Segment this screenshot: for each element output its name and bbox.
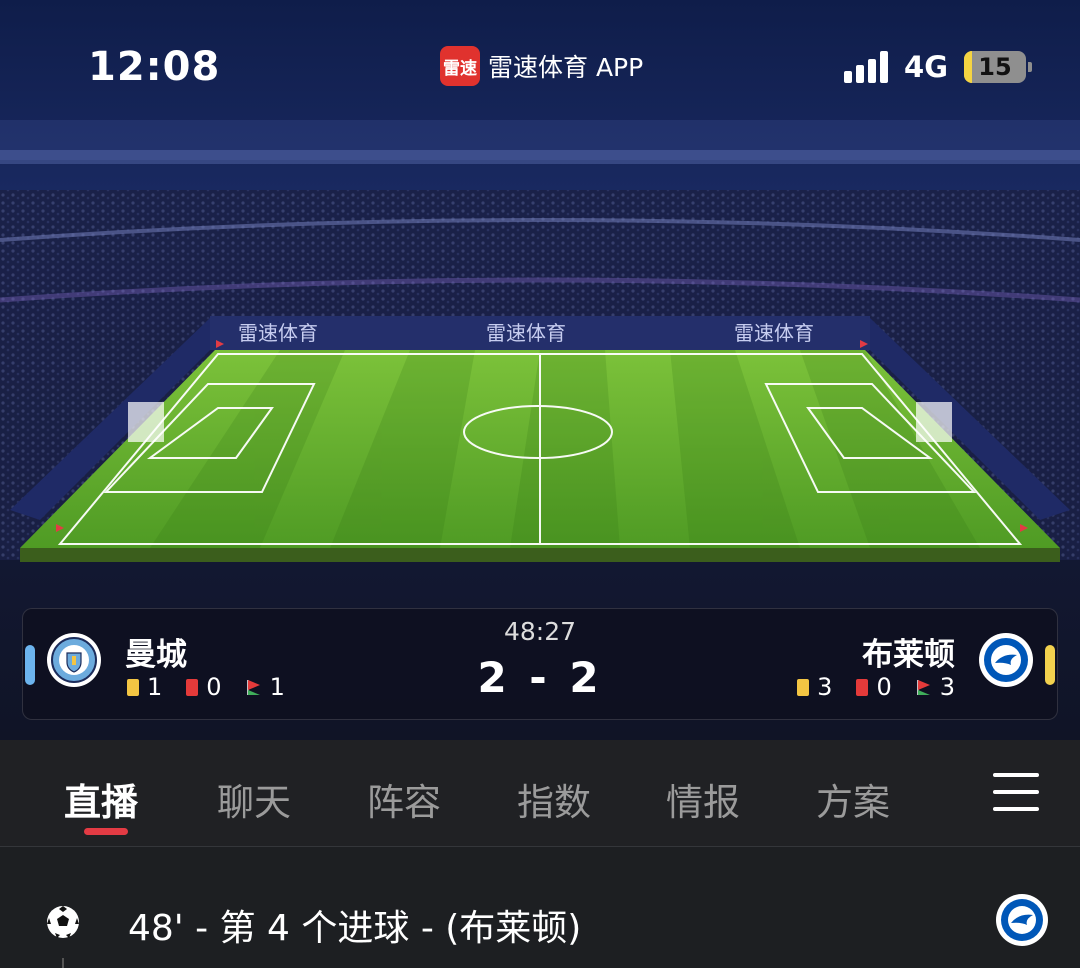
list-item[interactable]: 48' - 第 4 个进球 - (布莱顿) — [0, 875, 1080, 955]
yellow-card-icon — [797, 678, 810, 696]
signal-icon — [844, 51, 889, 83]
network-type: 4G — [904, 50, 948, 84]
board-brand-3: 雷速体育 — [734, 321, 814, 345]
tab-odds[interactable]: 指数 — [517, 772, 591, 826]
away-team-stats: 3 0 3 — [797, 673, 955, 701]
away-yellow-count: 3 — [817, 673, 833, 701]
app-name: 雷速体育 APP — [488, 53, 644, 82]
battery-icon: 15 — [964, 51, 1032, 83]
app-logo-icon: 雷速 — [440, 46, 480, 86]
away-red-count: 0 — [876, 673, 892, 701]
away-team-name[interactable]: 布莱顿 — [862, 629, 955, 674]
tab-live[interactable]: 直播 — [64, 772, 138, 826]
tab-plans[interactable]: 方案 — [816, 772, 890, 826]
tab-intel[interactable]: 情报 — [666, 772, 740, 826]
match-tabs: 直播 聊天 阵容 指数 情报 方案 — [0, 740, 1080, 847]
corner-flag-icon — [916, 680, 930, 695]
menu-icon[interactable] — [993, 773, 1039, 811]
scoreboard: 曼城 1 0 1 48:27 2 - 2 布莱顿 3 0 3 — [22, 608, 1058, 720]
active-tab-indicator — [84, 828, 128, 835]
status-bar: 12:08 雷速 雷速体育 APP 4G 15 — [0, 0, 1080, 120]
live-events-list: 48' - 第 4 个进球 - (布莱顿) — [0, 847, 1080, 968]
event-description: 48' - 第 4 个进球 - (布莱顿) — [128, 908, 582, 949]
tab-chat[interactable]: 聊天 — [217, 772, 291, 826]
timeline-line — [62, 958, 64, 968]
board-brand-2: 雷速体育 — [486, 321, 566, 345]
status-indicators: 4G 15 — [844, 50, 1032, 84]
red-card-icon — [856, 678, 869, 696]
tab-lineup[interactable]: 阵容 — [367, 772, 441, 826]
away-corner-count: 3 — [939, 673, 955, 701]
brighton-crest-icon[interactable] — [979, 633, 1033, 687]
status-time: 12:08 — [88, 44, 221, 90]
board-brand-1: 雷速体育 — [238, 321, 318, 345]
battery-level: 15 — [978, 53, 1012, 81]
brighton-crest-icon — [996, 894, 1048, 946]
app-badge[interactable]: 雷速 雷速体育 APP — [440, 46, 643, 86]
soccer-ball-icon — [47, 906, 79, 938]
away-team-color-strip — [1045, 645, 1055, 685]
